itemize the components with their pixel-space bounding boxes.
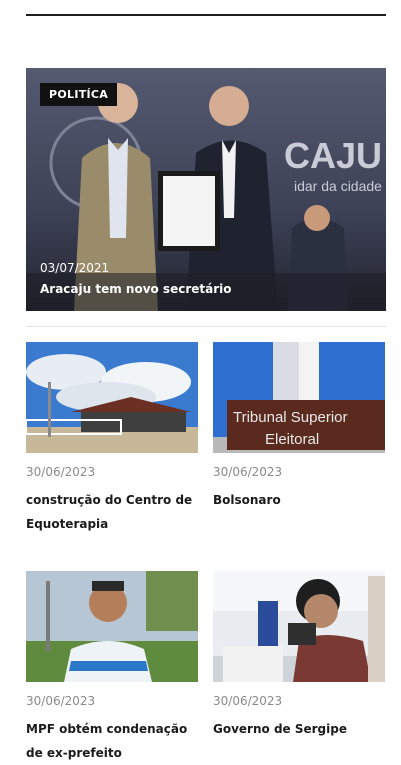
article-date: 30/06/2023: [213, 465, 283, 479]
svg-text:CAJU: CAJU: [284, 135, 382, 176]
svg-text:Eleitoral: Eleitoral: [265, 431, 319, 448]
svg-text:Tribunal Superior: Tribunal Superior: [233, 409, 348, 426]
article-title[interactable]: Governo de Sergipe: [213, 717, 385, 741]
article-image: [26, 342, 198, 453]
featured-article[interactable]: CAJU idar da cidade POLITÍCA 03/07/2021 …: [26, 68, 386, 311]
svg-text:idar da cidade: idar da cidade: [294, 178, 382, 194]
article-image: [26, 571, 198, 682]
hero-date: 03/07/2021: [40, 261, 110, 275]
article-card[interactable]: 30/06/2023 construção do Centro de Equot…: [26, 342, 198, 536]
article-card[interactable]: 30/06/2023 MPF obtém condenação de ex-pr…: [26, 571, 198, 765]
article-image: [213, 571, 385, 682]
article-card[interactable]: 30/06/2023 Governo de Sergipe: [213, 571, 385, 741]
article-title[interactable]: MPF obtém condenação de ex-prefeito: [26, 717, 198, 765]
article-date: 30/06/2023: [26, 465, 96, 479]
section-divider: [26, 326, 386, 327]
article-date: 30/06/2023: [213, 694, 283, 708]
top-divider: [26, 14, 386, 16]
article-date: 30/06/2023: [26, 694, 96, 708]
article-title[interactable]: construção do Centro de Equoterapia: [26, 488, 198, 536]
category-badge[interactable]: POLITÍCA: [40, 83, 118, 106]
hero-title[interactable]: Aracaju tem novo secretário: [40, 282, 232, 296]
article-title[interactable]: Bolsonaro: [213, 488, 385, 512]
article-image: Tribunal Superior Eleitoral: [213, 342, 385, 453]
article-card[interactable]: Tribunal Superior Eleitoral 30/06/2023 B…: [213, 342, 385, 512]
